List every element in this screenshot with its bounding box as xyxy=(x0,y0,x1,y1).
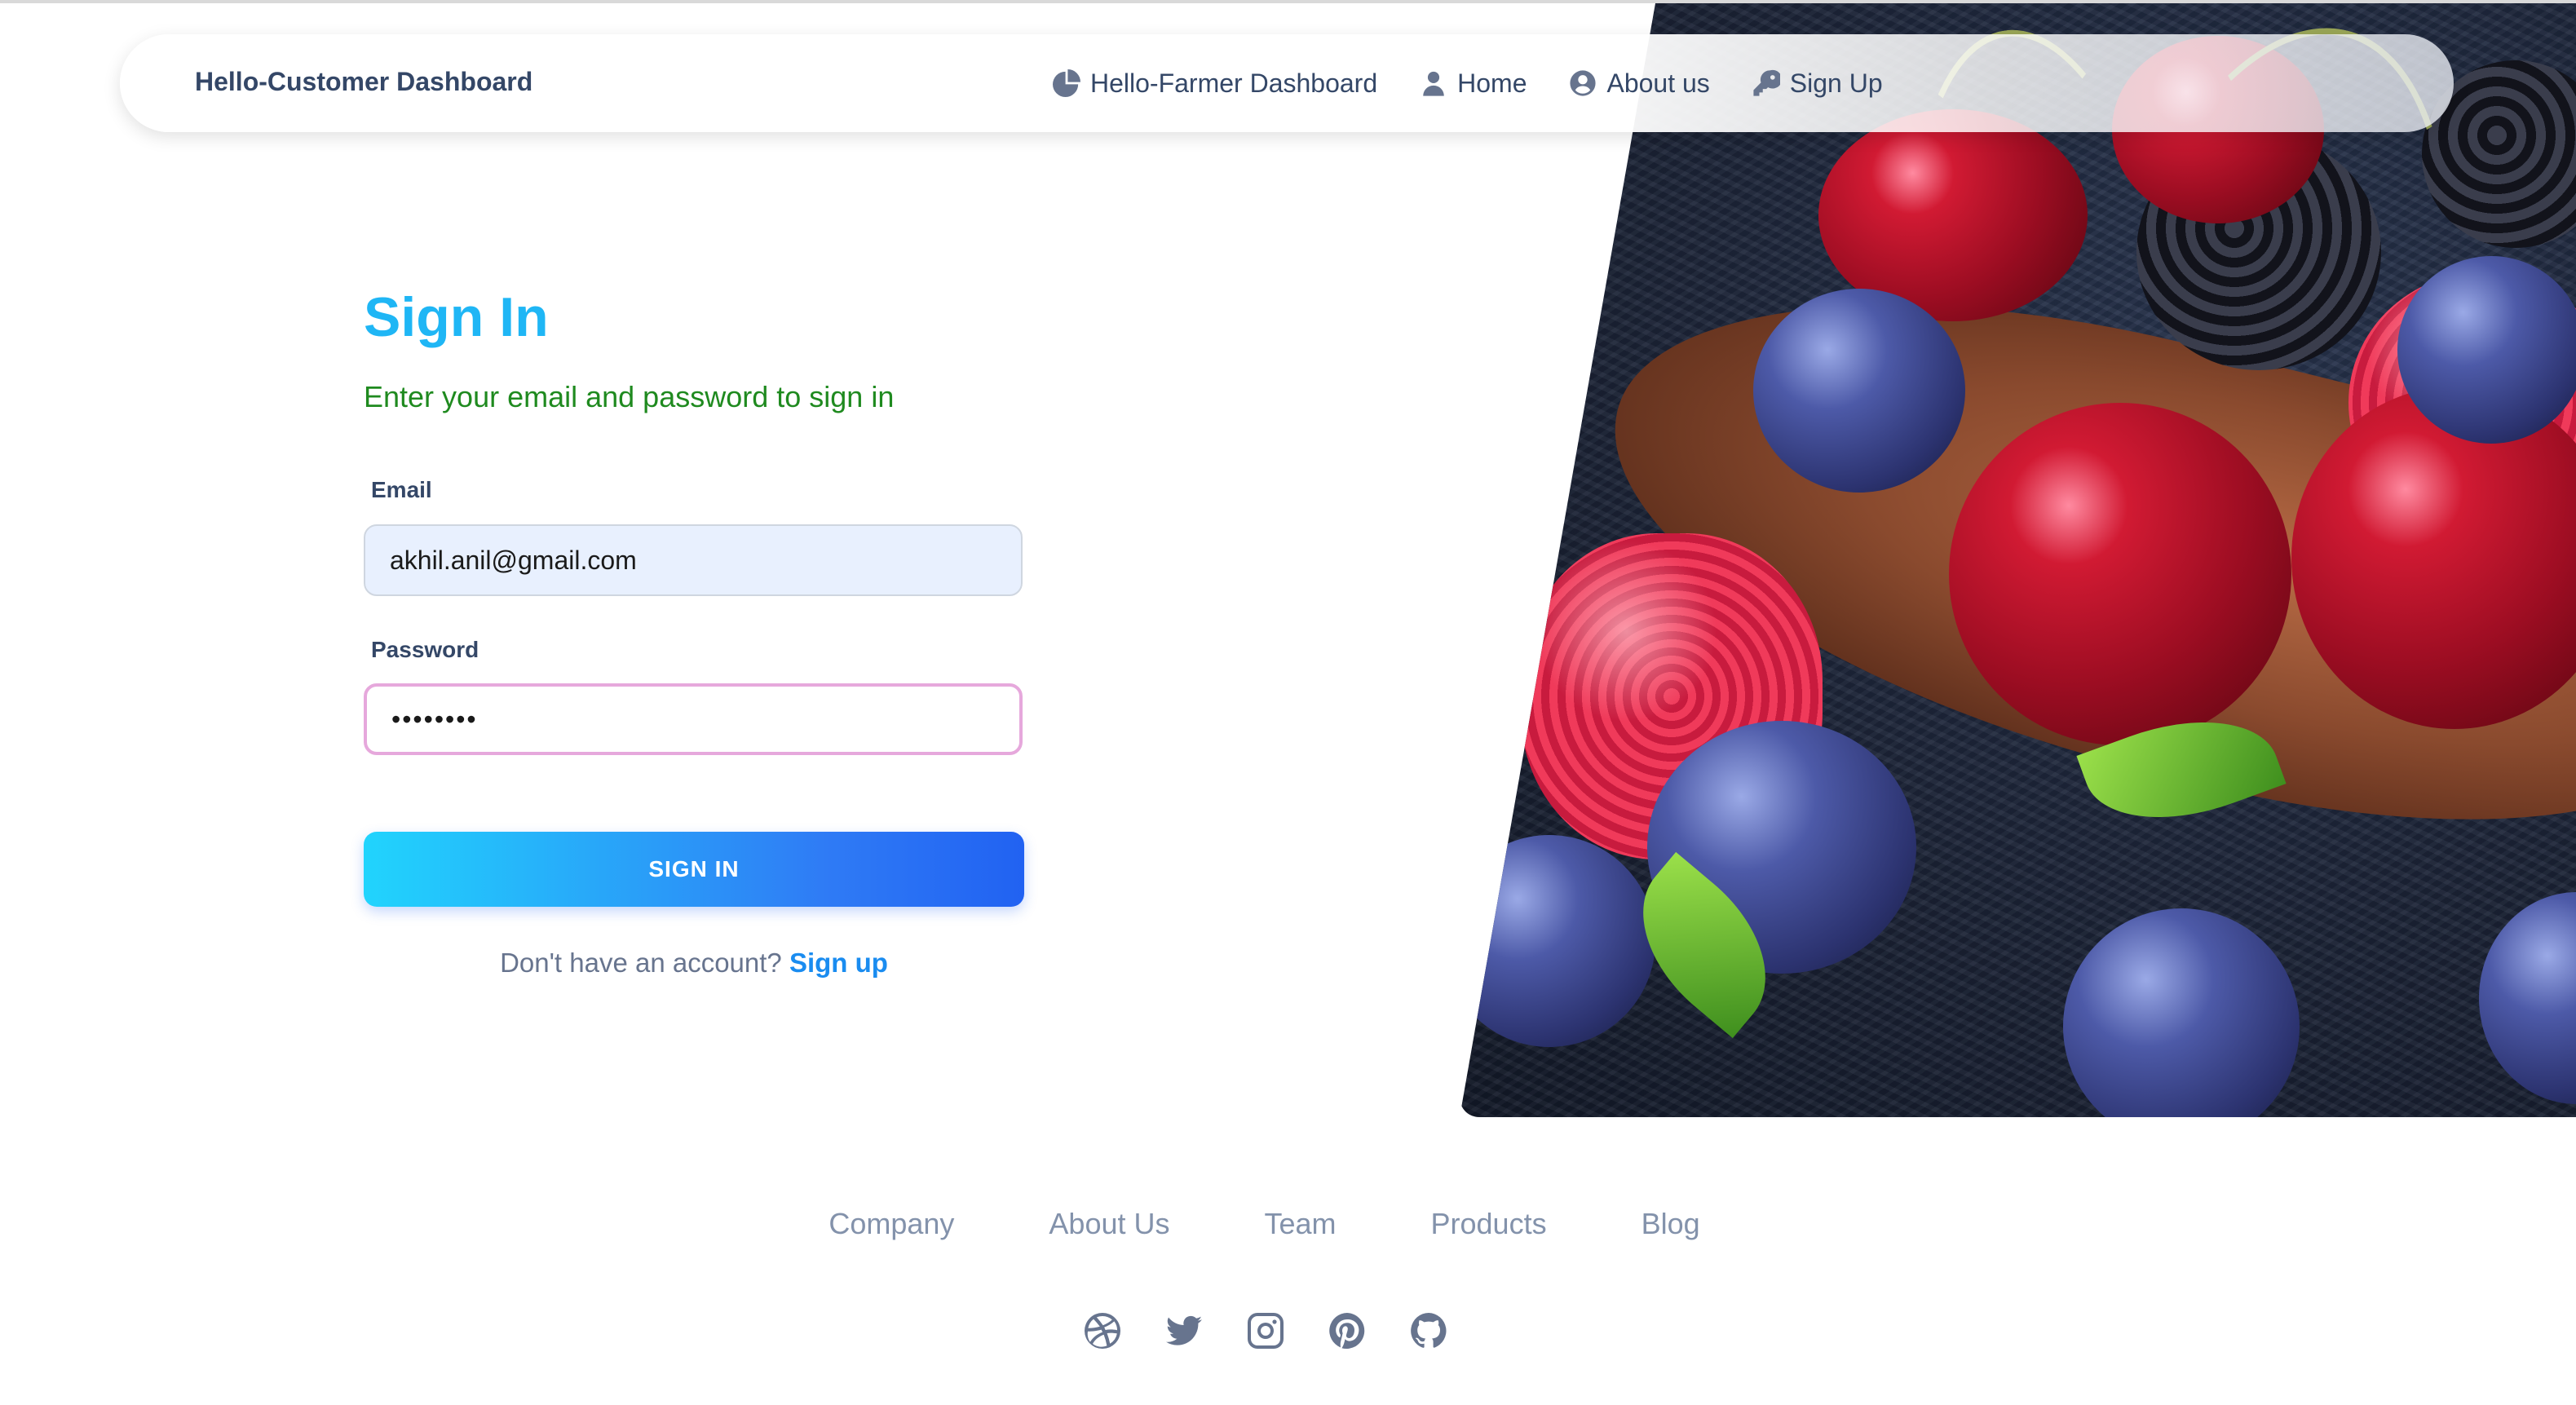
pinterest-icon[interactable] xyxy=(1328,1311,1367,1350)
page-title: Sign In xyxy=(364,286,549,348)
sign-in-button[interactable]: SIGN IN xyxy=(364,832,1024,907)
nav-links: Hello-Farmer Dashboard Home About us Sig… xyxy=(1053,64,1925,103)
footer-links: Company About Us Team Products Blog xyxy=(0,1207,2576,1241)
nav-link-label: Sign Up xyxy=(1789,68,1883,98)
top-border xyxy=(0,0,2576,3)
nav-link-label: Hello-Farmer Dashboard xyxy=(1090,68,1378,98)
nav-link-about[interactable]: About us xyxy=(1569,68,1710,99)
footer-link-about-us[interactable]: About Us xyxy=(1049,1207,1169,1241)
pie-chart-icon xyxy=(1053,69,1080,97)
nav-link-farmer-dashboard[interactable]: Hello-Farmer Dashboard xyxy=(1053,68,1377,99)
password-field[interactable] xyxy=(364,683,1023,755)
signup-prompt: Don't have an account? Sign up xyxy=(364,948,1024,979)
instagram-icon[interactable] xyxy=(1246,1311,1285,1350)
nav-link-home[interactable]: Home xyxy=(1420,68,1527,99)
twitter-icon[interactable] xyxy=(1164,1311,1204,1350)
user-circle-icon xyxy=(1570,70,1597,96)
hero-fruit-image xyxy=(1460,3,2576,1117)
email-field[interactable] xyxy=(364,524,1023,596)
brand-title[interactable]: Hello-Customer Dashboard xyxy=(195,67,532,97)
page-subtitle: Enter your email and password to sign in xyxy=(364,380,895,413)
signup-prompt-text: Don't have an account? xyxy=(500,948,782,978)
sign-up-link[interactable]: Sign up xyxy=(789,948,888,978)
dribbble-icon[interactable] xyxy=(1083,1311,1122,1350)
navbar: Hello-Customer Dashboard Hello-Farmer Da… xyxy=(120,34,2454,132)
footer-link-products[interactable]: Products xyxy=(1431,1207,1547,1241)
social-links xyxy=(1083,1311,1491,1350)
email-label: Email xyxy=(371,477,432,502)
nav-link-signup[interactable]: Sign Up xyxy=(1752,68,1883,99)
password-label: Password xyxy=(371,637,479,662)
nav-link-label: About us xyxy=(1606,68,1710,98)
key-icon xyxy=(1753,69,1780,96)
user-icon xyxy=(1423,71,1444,96)
github-icon[interactable] xyxy=(1409,1311,1448,1350)
footer-link-team[interactable]: Team xyxy=(1264,1207,1336,1241)
nav-link-label: Home xyxy=(1457,68,1527,98)
footer-link-blog[interactable]: Blog xyxy=(1641,1207,1700,1241)
footer-link-company[interactable]: Company xyxy=(828,1207,954,1241)
